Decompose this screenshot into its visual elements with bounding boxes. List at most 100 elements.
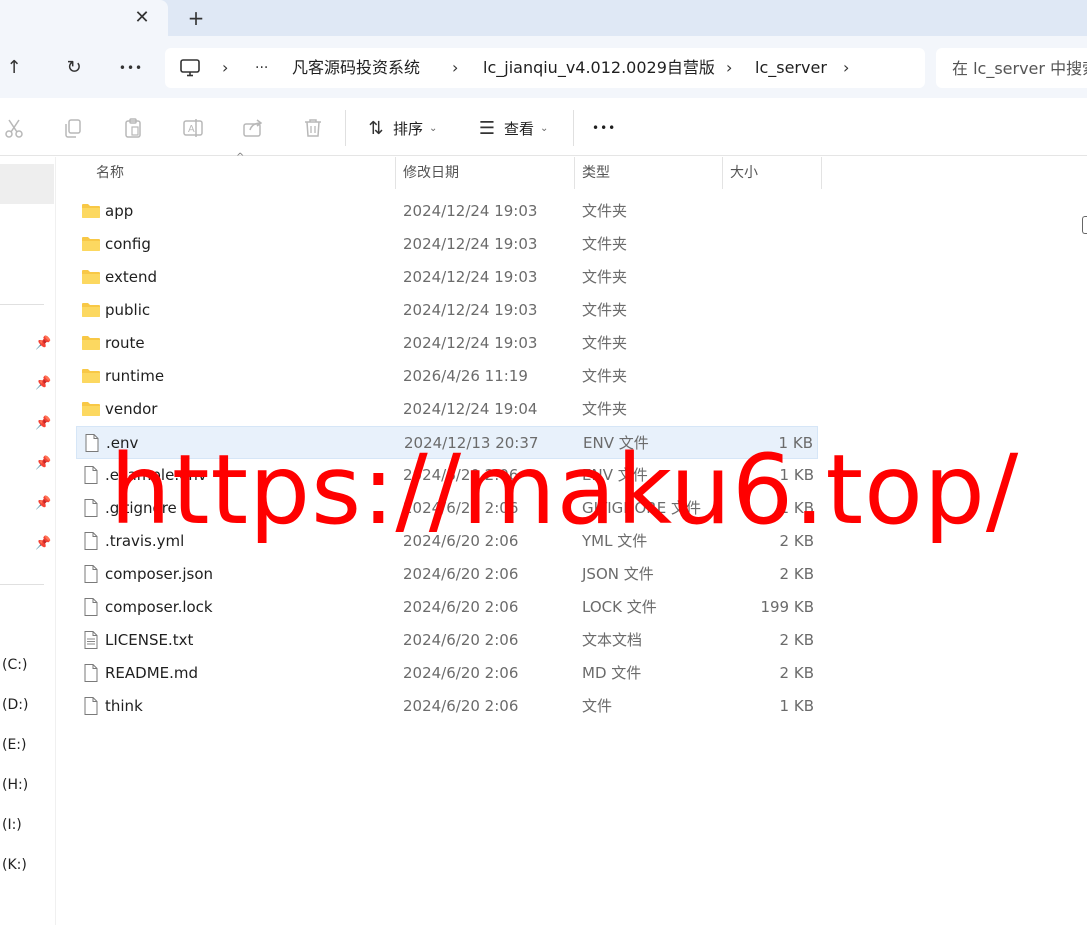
- text-file-icon: [81, 631, 101, 649]
- file-name: think: [105, 697, 143, 715]
- column-header-type[interactable]: 类型: [575, 157, 722, 189]
- file-row[interactable]: LICENSE.txt 2024/6/20 2:06 文本文档 2 KB: [76, 624, 818, 657]
- file-name: extend: [105, 268, 157, 286]
- file-modified-date: 2024/6/20 2:06: [403, 664, 519, 682]
- column-header-name[interactable]: 名称: [89, 157, 395, 189]
- drive-c[interactable]: (C:): [2, 657, 27, 673]
- column-headers: ^ 名称 修改日期 类型 大小: [76, 152, 822, 189]
- file-modified-date: 2024/12/24 19:04: [403, 400, 538, 418]
- folder-icon: [81, 202, 101, 220]
- toolbar-divider: [345, 110, 346, 146]
- computer-icon[interactable]: [179, 58, 201, 78]
- pin-icon[interactable]: 📌: [35, 336, 51, 352]
- chevron-right-icon[interactable]: ›: [843, 48, 849, 88]
- share-icon[interactable]: [241, 116, 265, 140]
- column-header-size[interactable]: 大小: [723, 157, 821, 189]
- file-size: 1 KB: [779, 499, 814, 517]
- file-row[interactable]: extend 2024/12/24 19:03 文件夹: [76, 261, 818, 294]
- file-modified-date: 2024/6/20 2:06: [403, 499, 519, 517]
- file-modified-date: 2024/6/20 2:06: [403, 697, 519, 715]
- close-tab-icon[interactable]: ✕: [130, 6, 154, 30]
- search-input[interactable]: [952, 48, 1087, 88]
- file-row[interactable]: vendor 2024/12/24 19:04 文件夹: [76, 393, 818, 426]
- pin-icon[interactable]: 📌: [35, 536, 51, 552]
- file-name: composer.lock: [105, 598, 213, 616]
- file-size: 2 KB: [779, 631, 814, 649]
- breadcrumb-overflow-icon[interactable]: ···: [255, 48, 268, 88]
- nav-divider: [0, 584, 44, 585]
- sort-icon: ⇅: [368, 117, 384, 139]
- more-options-icon[interactable]: •••: [117, 54, 145, 82]
- drive-i[interactable]: (I:): [2, 817, 22, 833]
- nav-item-selected[interactable]: [0, 164, 54, 204]
- file-type: 文件夹: [582, 301, 628, 319]
- details-pane-icon[interactable]: [1082, 216, 1087, 234]
- cut-icon[interactable]: [2, 116, 26, 140]
- tab-current[interactable]: ✕: [0, 0, 168, 36]
- file-row[interactable]: app 2024/12/24 19:03 文件夹: [76, 195, 818, 228]
- file-modified-date: 2024/12/24 19:03: [403, 202, 538, 220]
- folder-icon: [81, 400, 101, 418]
- drive-d[interactable]: (D:): [2, 697, 28, 713]
- column-header-date[interactable]: 修改日期: [396, 157, 574, 189]
- file-type: 文件夹: [582, 334, 628, 352]
- more-commands-button[interactable]: •••: [592, 114, 616, 142]
- file-row[interactable]: .travis.yml 2024/6/20 2:06 YML 文件 2 KB: [76, 525, 818, 558]
- sort-button[interactable]: ⇅ 排序 ⌄: [365, 114, 437, 142]
- drive-e[interactable]: (E:): [2, 737, 27, 753]
- chevron-down-icon: ⌄: [429, 122, 438, 134]
- pin-icon[interactable]: 📌: [35, 416, 51, 432]
- file-icon: [81, 499, 101, 517]
- drive-k[interactable]: (K:): [2, 857, 27, 873]
- file-row[interactable]: public 2024/12/24 19:03 文件夹: [76, 294, 818, 327]
- file-row[interactable]: .gitignore 2024/6/20 2:06 GITIGNORE 文件 1 KB: [76, 492, 818, 525]
- search-box[interactable]: [936, 48, 1087, 88]
- file-modified-date: 2026/4/26 11:19: [403, 367, 528, 385]
- file-row[interactable]: route 2024/12/24 19:03 文件夹: [76, 327, 818, 360]
- file-row[interactable]: config 2024/12/24 19:03 文件夹: [76, 228, 818, 261]
- chevron-right-icon[interactable]: ›: [452, 48, 458, 88]
- file-icon: [81, 697, 101, 715]
- address-row: ↑ ↻ ••• › ··· 凡客源码投资系统 › lc_jianqiu_v4.0…: [0, 36, 1087, 98]
- file-name: README.md: [105, 664, 199, 682]
- file-size: 1 KB: [779, 466, 814, 484]
- new-tab-icon[interactable]: +: [184, 6, 208, 30]
- file-row[interactable]: README.md 2024/6/20 2:06 MD 文件 2 KB: [76, 657, 818, 690]
- file-type: 文件夹: [582, 400, 628, 418]
- view-button[interactable]: ☰ 查看 ⌄: [476, 114, 548, 142]
- file-row[interactable]: composer.json 2024/6/20 2:06 JSON 文件 2 KB: [76, 558, 818, 591]
- file-row[interactable]: think 2024/6/20 2:06 文件 1 KB: [76, 690, 818, 723]
- file-type: YML 文件: [582, 532, 648, 550]
- refresh-icon[interactable]: ↻: [60, 54, 88, 82]
- up-arrow-icon[interactable]: ↑: [0, 54, 28, 82]
- paste-icon[interactable]: [121, 116, 145, 140]
- svg-text:A: A: [188, 124, 195, 135]
- rename-icon[interactable]: A: [181, 116, 205, 140]
- folder-icon: [81, 235, 101, 253]
- chevron-right-icon[interactable]: ›: [726, 48, 732, 88]
- file-name: .example.env: [105, 466, 207, 484]
- column-divider[interactable]: [821, 157, 822, 189]
- drive-h[interactable]: (H:): [2, 777, 28, 793]
- file-row[interactable]: composer.lock 2024/6/20 2:06 LOCK 文件 199 KB: [76, 591, 818, 624]
- chevron-right-icon[interactable]: ›: [222, 48, 228, 88]
- file-modified-date: 2024/12/24 19:03: [403, 235, 538, 253]
- breadcrumb-item-lc-jianqiu[interactable]: lc_jianqiu_v4.012.0029自营版: [483, 48, 715, 88]
- file-modified-date: 2024/6/20 2:06: [403, 532, 519, 550]
- file-icon: [81, 598, 101, 616]
- pin-icon[interactable]: 📌: [35, 496, 51, 512]
- folder-icon: [81, 268, 101, 286]
- delete-icon[interactable]: [301, 116, 325, 140]
- copy-icon[interactable]: [61, 116, 85, 140]
- file-row[interactable]: .env 2024/12/13 20:37 ENV 文件 1 KB: [76, 426, 818, 459]
- pin-icon[interactable]: 📌: [35, 456, 51, 472]
- breadcrumb-item-lc-server[interactable]: lc_server: [755, 48, 827, 88]
- file-row[interactable]: .example.env 2024/6/20 2:06 ENV 文件 1 KB: [76, 459, 818, 492]
- file-name: .travis.yml: [105, 532, 185, 550]
- pin-icon[interactable]: 📌: [35, 376, 51, 392]
- breadcrumb-item-fanke[interactable]: 凡客源码投资系统: [292, 48, 420, 88]
- file-row[interactable]: runtime 2026/4/26 11:19 文件夹: [76, 360, 818, 393]
- file-name: route: [105, 334, 145, 352]
- file-modified-date: 2024/6/20 2:06: [403, 598, 519, 616]
- breadcrumb[interactable]: › ··· 凡客源码投资系统 › lc_jianqiu_v4.012.0029自…: [165, 48, 925, 88]
